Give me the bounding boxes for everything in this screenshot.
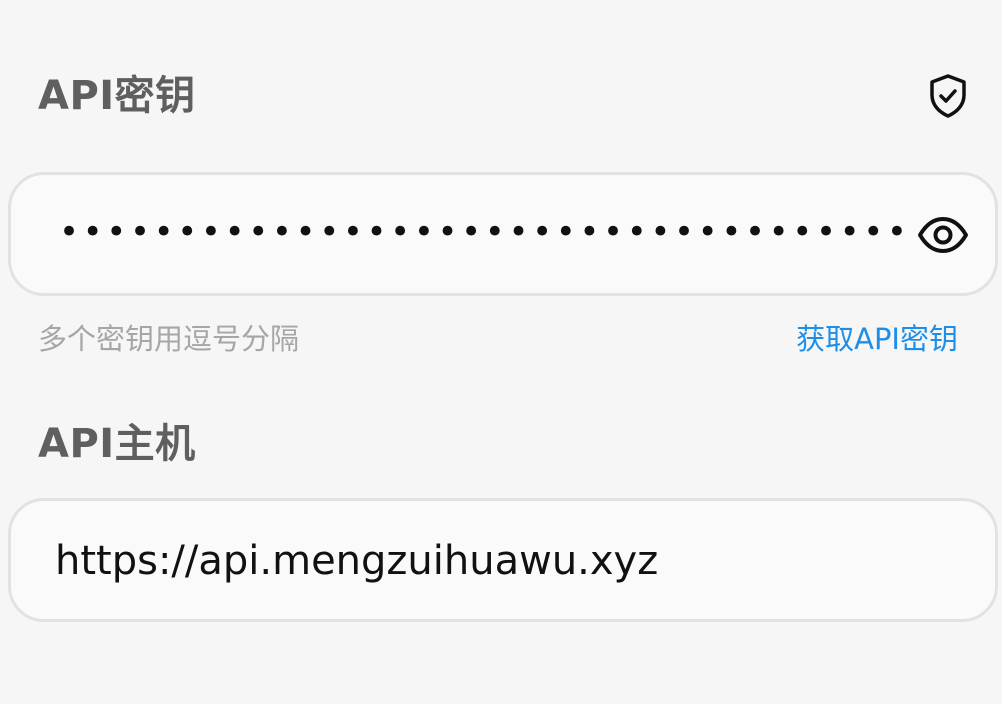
api-host-input-value[interactable]: https://api.mengzuihuawu.xyz: [55, 537, 658, 585]
api-key-hint: 多个密钥用逗号分隔: [38, 322, 300, 356]
eye-icon[interactable]: [917, 211, 969, 259]
api-host-field[interactable]: https://api.mengzuihuawu.xyz: [8, 498, 998, 622]
api-key-title: API密钥: [38, 73, 196, 119]
get-api-key-link[interactable]: 获取API密钥: [796, 322, 958, 357]
api-key-input-value[interactable]: ••••••••••••••••••••••••••••••••••••: [59, 215, 911, 249]
api-host-title: API主机: [38, 421, 196, 467]
shield-check-icon: [930, 74, 966, 118]
api-key-field[interactable]: ••••••••••••••••••••••••••••••••••••: [8, 172, 998, 296]
